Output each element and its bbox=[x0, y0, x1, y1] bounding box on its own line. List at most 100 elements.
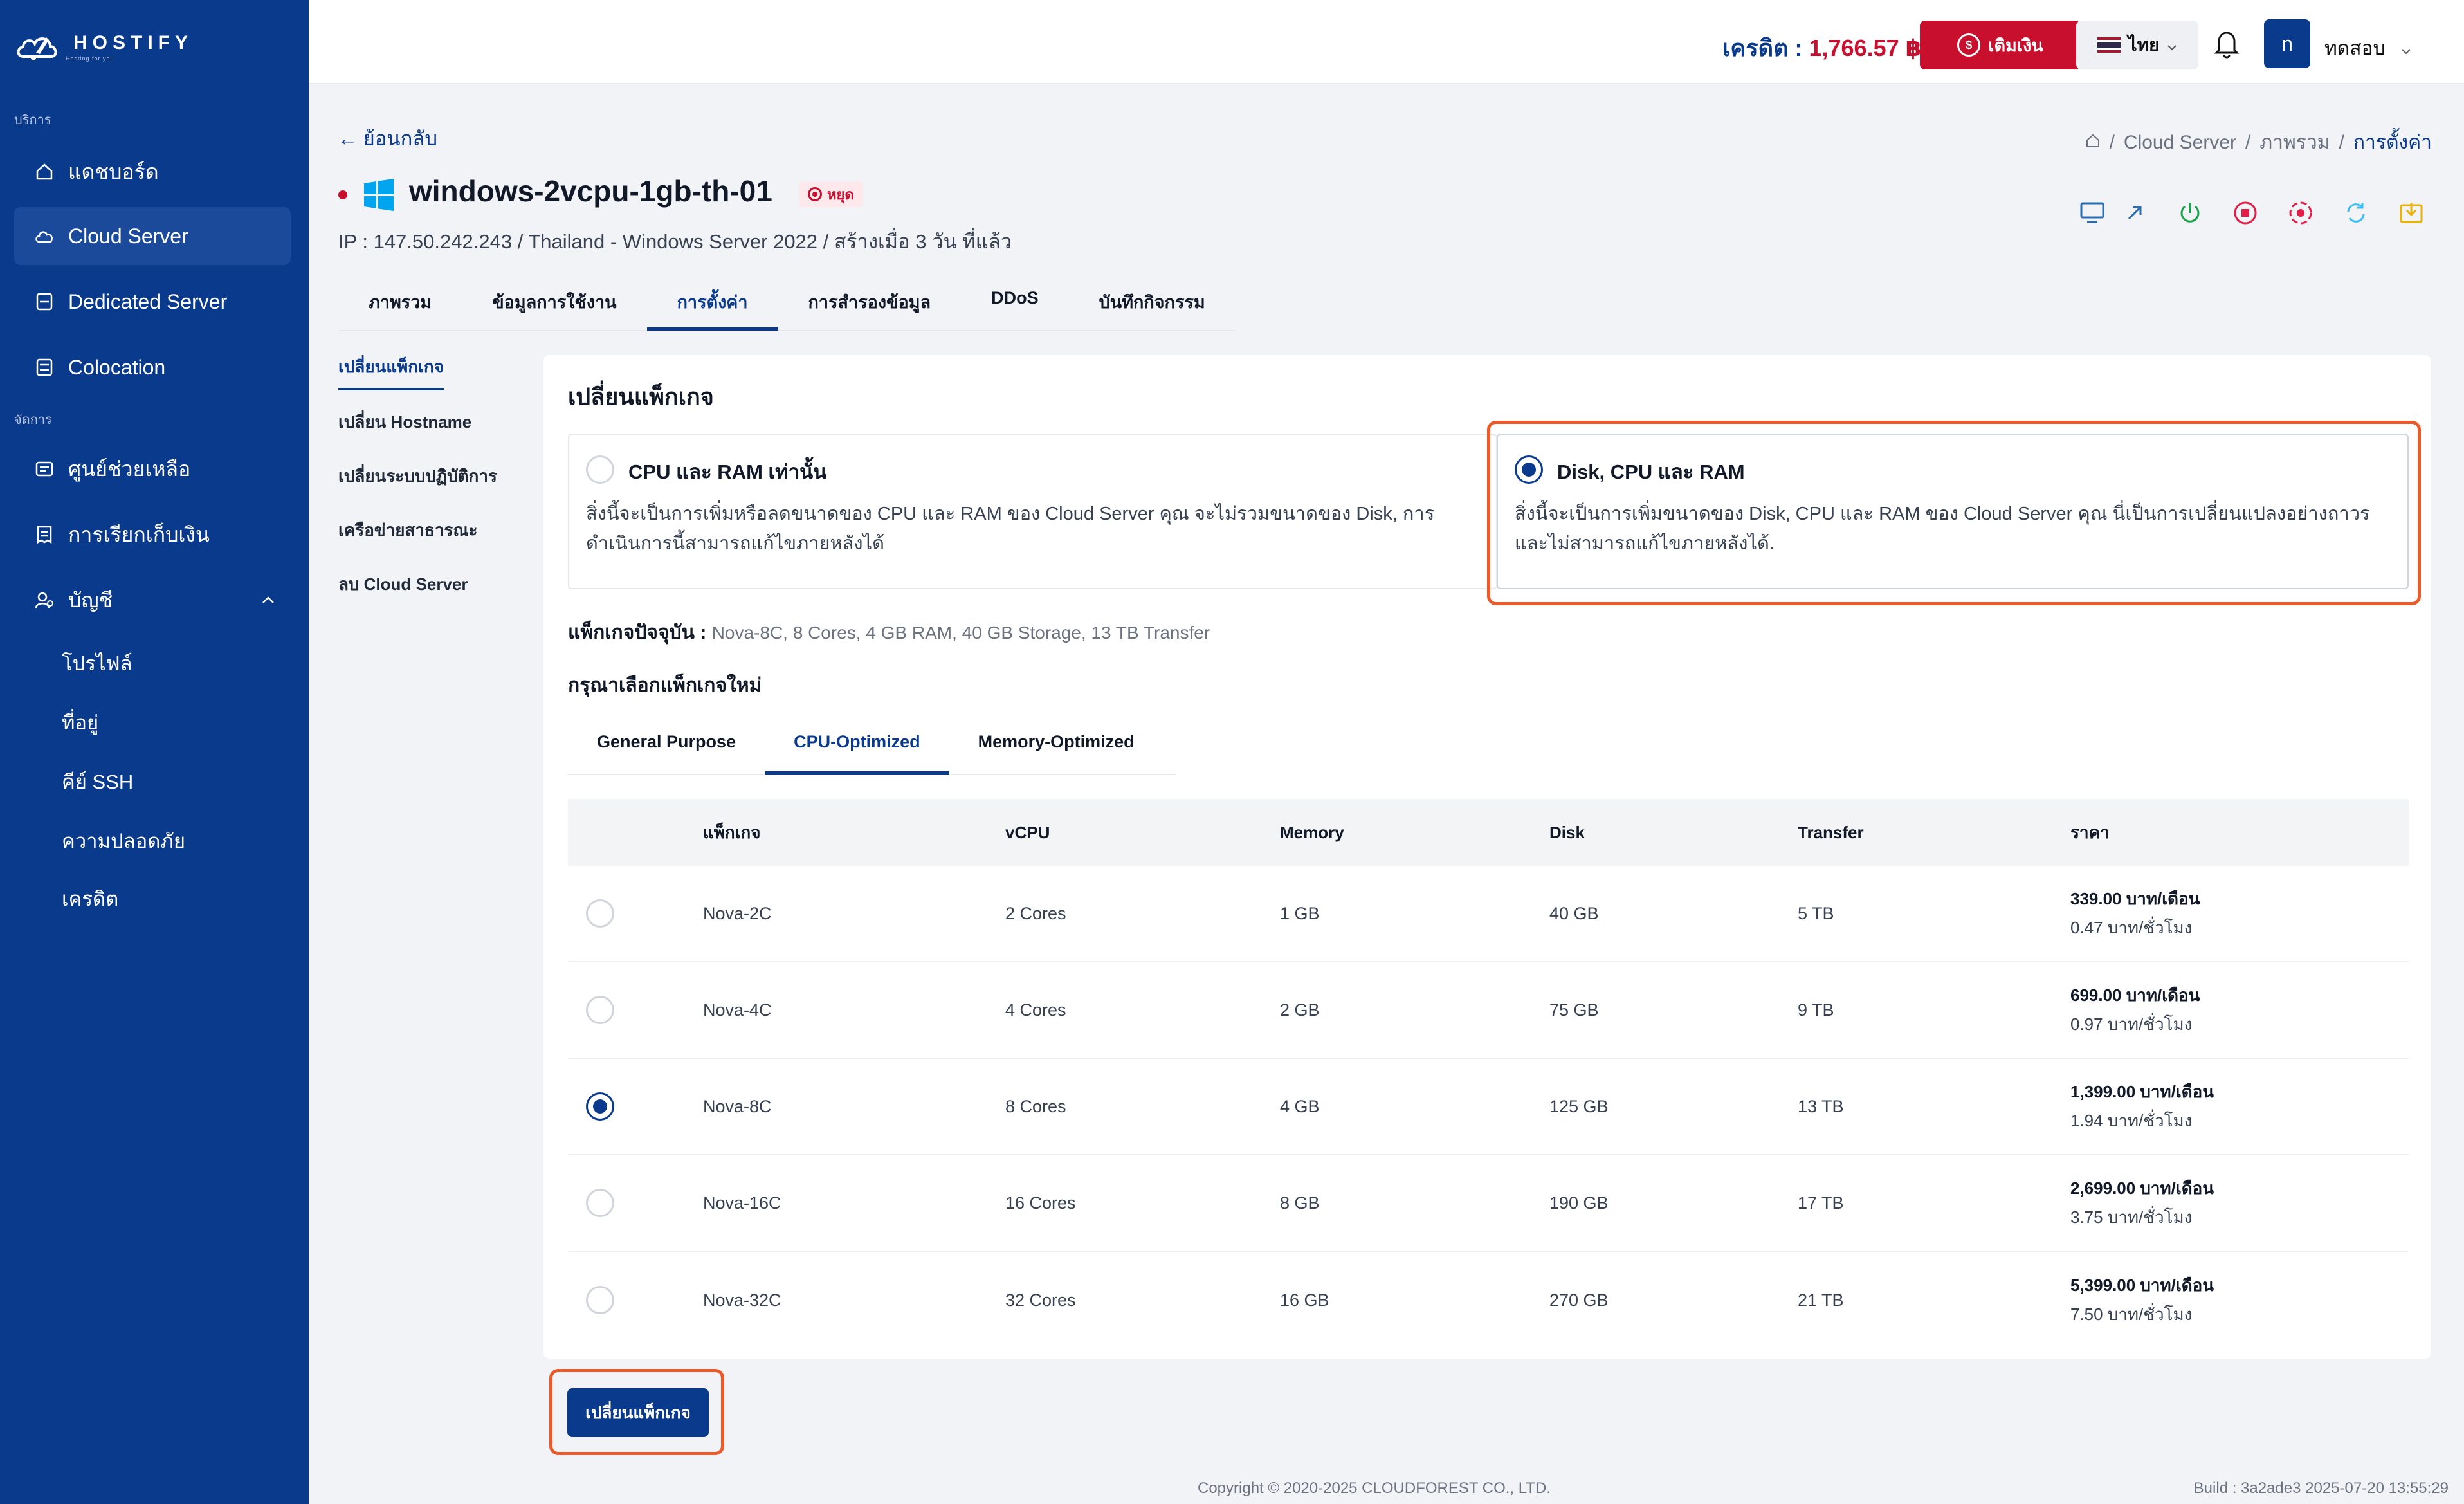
submenu-delete-server[interactable]: ลบ Cloud Server bbox=[338, 571, 468, 598]
row-radio[interactable] bbox=[586, 1189, 614, 1217]
row-radio[interactable] bbox=[586, 1286, 614, 1314]
sidebar-item-billing[interactable]: การเรียกเก็บเงิน bbox=[14, 506, 291, 564]
card-title: เปลี่ยนแพ็กเกจ bbox=[568, 383, 714, 410]
table-row[interactable]: Nova-8C 8 Cores 4 GB 125 GB 13 TB 1,399.… bbox=[568, 1059, 2409, 1155]
column-header: Transfer bbox=[1798, 822, 1864, 842]
row-radio[interactable] bbox=[586, 996, 614, 1024]
option-radio-selected[interactable] bbox=[1515, 455, 1543, 484]
price-monthly: 1,399.00 บาท/เดือน bbox=[2070, 1082, 2214, 1101]
table-row[interactable]: Nova-16C 16 Cores 8 GB 190 GB 17 TB 2,69… bbox=[568, 1155, 2409, 1252]
sidebar-item-cloud-server[interactable]: Cloud Server bbox=[14, 207, 291, 265]
section-manage-label: จัดการ bbox=[14, 413, 52, 427]
package-disk: 40 GB bbox=[1549, 903, 1599, 923]
breadcrumb-item[interactable]: Cloud Server bbox=[2124, 132, 2236, 154]
tab-memory-optimized[interactable]: Memory-Optimized bbox=[949, 719, 1164, 775]
tab-settings[interactable]: การตั้งค่า bbox=[646, 278, 778, 331]
sidebar-sub-profile[interactable]: โปรไฟล์ bbox=[62, 647, 132, 679]
tab-ddos[interactable]: DDoS bbox=[961, 278, 1069, 331]
chevron-up-icon bbox=[261, 592, 275, 609]
tab-cpu-optimized[interactable]: CPU-Optimized bbox=[765, 719, 949, 775]
package-memory: 2 GB bbox=[1280, 1000, 1320, 1020]
tab-overview[interactable]: ภาพรวม bbox=[338, 278, 462, 331]
brand-tagline: Hosting for you bbox=[66, 55, 114, 62]
rebuild-icon[interactable] bbox=[2333, 193, 2378, 233]
server-name: windows-2vcpu-1gb-th-01 bbox=[409, 174, 772, 208]
package-transfer: 13 TB bbox=[1798, 1096, 1844, 1116]
sidebar-item-dedicated-server[interactable]: Dedicated Server bbox=[14, 273, 291, 331]
table-header: แพ็กเกจ vCPU Memory Disk Transfer ราคา bbox=[568, 799, 2409, 866]
credit-amount: 1,766.57 ฿ bbox=[1809, 35, 1922, 61]
option-disk-cpu-ram[interactable]: Disk, CPU และ RAM สิ่งนี้จะเป็นการเพิ่มข… bbox=[1497, 434, 2409, 589]
server-icon bbox=[33, 291, 55, 313]
row-radio[interactable] bbox=[586, 899, 614, 928]
change-package-button[interactable]: เปลี่ยนแพ็กเกจ bbox=[567, 1388, 709, 1437]
sidebar-item-account[interactable]: บัญชี bbox=[14, 571, 291, 629]
sidebar-item-dashboard[interactable]: แดชบอร์ด bbox=[14, 143, 291, 201]
tab-general-purpose[interactable]: General Purpose bbox=[568, 719, 765, 775]
arrow-left-icon: ← bbox=[338, 127, 358, 150]
topup-button[interactable]: $ เติมเงิน bbox=[1920, 21, 2081, 69]
package-transfer: 5 TB bbox=[1798, 903, 1834, 923]
bell-icon[interactable] bbox=[2213, 28, 2241, 59]
user-menu[interactable]: ทดสอบ bbox=[2324, 33, 2411, 64]
sidebar-item-support[interactable]: ศูนย์ช่วยเหลือ bbox=[14, 440, 291, 498]
sidebar-item-colocation[interactable]: Colocation bbox=[14, 338, 291, 396]
price-monthly: 339.00 บาท/เดือน bbox=[2070, 889, 2200, 908]
power-icon[interactable] bbox=[2167, 193, 2213, 233]
language-selector[interactable]: ไทย bbox=[2076, 21, 2198, 69]
tab-usage[interactable]: ข้อมูลการใช้งาน bbox=[462, 278, 646, 331]
option-title: CPU และ RAM เท่านั้น bbox=[628, 461, 827, 483]
main-tabs: ภาพรวม ข้อมูลการใช้งาน การตั้งค่า การสำร… bbox=[338, 278, 1236, 331]
option-description: สิ่งนี้จะเป็นการเพิ่มหรือลดขนาดของ CPU แ… bbox=[586, 504, 1435, 554]
stop-icon[interactable] bbox=[2223, 193, 2268, 233]
back-link[interactable]: ← ย้อนกลับ bbox=[338, 122, 437, 154]
sidebar-item-label: Colocation bbox=[68, 355, 166, 379]
price-hourly: 0.47 บาท/ชั่วโมง bbox=[2070, 918, 2193, 937]
breadcrumb-item[interactable]: ภาพรวม bbox=[2259, 127, 2330, 158]
open-external-icon[interactable] bbox=[2112, 193, 2157, 233]
price-hourly: 7.50 บาท/ชั่วโมง bbox=[2070, 1305, 2193, 1324]
brand-name: HOSTIFY bbox=[73, 32, 194, 53]
current-package-label: แพ็กเกจปัจจุบัน : bbox=[568, 622, 712, 643]
column-header: Disk bbox=[1549, 822, 1585, 842]
tab-activity-log[interactable]: บันทึกกิจกรรม bbox=[1069, 278, 1236, 331]
topup-label: เติมเงิน bbox=[1988, 35, 2043, 55]
back-label: ย้อนกลับ bbox=[363, 127, 438, 150]
table-row[interactable]: Nova-2C 2 Cores 1 GB 40 GB 5 TB 339.00 บ… bbox=[568, 866, 2409, 962]
option-radio[interactable] bbox=[586, 455, 614, 484]
option-description: สิ่งนี้จะเป็นการเพิ่มขนาดของ Disk, CPU แ… bbox=[1515, 504, 2370, 554]
cloud-icon bbox=[33, 225, 55, 247]
submenu-public-network[interactable]: เครือข่ายสาธารณะ bbox=[338, 517, 477, 544]
home-icon bbox=[33, 161, 55, 183]
brand-logo[interactable]: HOSTIFY Hosting for you bbox=[14, 24, 193, 69]
avatar[interactable]: n bbox=[2264, 19, 2310, 68]
submenu-change-os[interactable]: เปลี่ยนระบบปฏิบัติการ bbox=[338, 463, 497, 490]
sidebar-item-label: แดชบอร์ด bbox=[68, 160, 159, 183]
tab-backup[interactable]: การสำรองข้อมูล bbox=[778, 278, 962, 331]
price-monthly: 2,699.00 บาท/เดือน bbox=[2070, 1178, 2214, 1198]
row-radio-selected[interactable] bbox=[586, 1092, 614, 1121]
package-transfer: 9 TB bbox=[1798, 1000, 1834, 1020]
breadcrumb: / Cloud Server / ภาพรวม / การตั้งค่า bbox=[2085, 127, 2432, 158]
restart-icon[interactable] bbox=[2278, 193, 2323, 233]
sidebar-sub-ssh-keys[interactable]: คีย์ SSH bbox=[62, 766, 133, 798]
status-dot bbox=[338, 190, 347, 199]
sidebar-item-label: ศูนย์ช่วยเหลือ bbox=[68, 457, 191, 481]
sidebar-sub-address[interactable]: ที่อยู่ bbox=[62, 706, 98, 738]
table-row[interactable]: Nova-32C 32 Cores 16 GB 270 GB 21 TB 5,3… bbox=[568, 1252, 2409, 1348]
status-badge: หยุด bbox=[799, 181, 863, 207]
table-row[interactable]: Nova-4C 4 Cores 2 GB 75 GB 9 TB 699.00 บ… bbox=[568, 962, 2409, 1059]
sidebar-sub-security[interactable]: ความปลอดภัย bbox=[62, 825, 185, 857]
submenu-change-hostname[interactable]: เปลี่ยน Hostname bbox=[338, 409, 471, 436]
home-icon[interactable] bbox=[2085, 132, 2101, 154]
package-memory: 8 GB bbox=[1280, 1193, 1320, 1213]
chevron-down-icon bbox=[2167, 35, 2177, 55]
billing-icon bbox=[33, 524, 55, 546]
sidebar-item-label: Dedicated Server bbox=[68, 289, 228, 313]
submenu-change-package[interactable]: เปลี่ยนแพ็กเกจ bbox=[338, 354, 444, 390]
console-icon[interactable] bbox=[2070, 193, 2115, 233]
username: ทดสอบ bbox=[2324, 38, 2386, 59]
option-cpu-ram-only[interactable]: CPU และ RAM เท่านั้น สิ่งนี้จะเป็นการเพิ… bbox=[568, 434, 1497, 589]
sidebar-sub-credit[interactable]: เครดิต bbox=[62, 883, 118, 915]
snapshot-icon[interactable] bbox=[2389, 193, 2434, 233]
